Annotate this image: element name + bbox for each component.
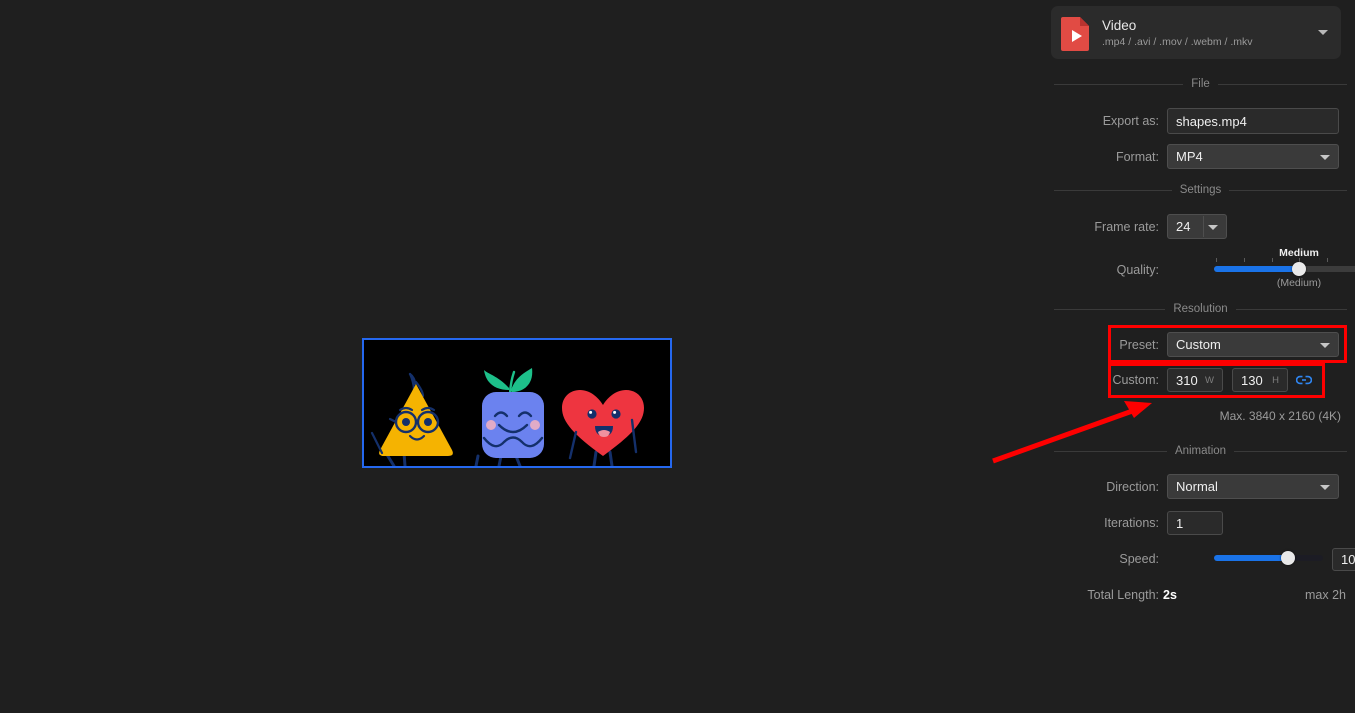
- total-length-value: 2s: [1163, 588, 1177, 602]
- frame-rate-value: 24: [1176, 219, 1191, 234]
- export-type-formats: .mp4 / .avi / .mov / .webm / .mkv: [1102, 35, 1253, 48]
- section-settings-label: Settings: [1179, 184, 1222, 196]
- section-animation: Animation: [1054, 445, 1348, 457]
- export-as-input[interactable]: shapes.mp4: [1167, 108, 1339, 134]
- iterations-row: Iterations: 1: [1046, 511, 1346, 535]
- quality-label: Quality:: [1116, 263, 1159, 277]
- preset-select[interactable]: Custom: [1167, 332, 1339, 357]
- format-select-value: MP4: [1176, 149, 1203, 164]
- speed-slider-thumb[interactable]: [1281, 551, 1296, 565]
- format-row: Format: MP4: [1046, 144, 1346, 169]
- speed-input[interactable]: 100 %: [1332, 548, 1355, 571]
- preset-row: Preset: Custom: [1046, 332, 1346, 357]
- preview-stage: [0, 0, 1046, 713]
- red-heart-character: [562, 390, 644, 468]
- section-file-label: File: [1191, 78, 1210, 90]
- preset-label: Preset:: [1119, 337, 1159, 352]
- custom-width-input[interactable]: 310 W: [1167, 368, 1223, 392]
- chevron-down-icon: [1320, 484, 1330, 490]
- quality-ticks: [1216, 258, 1355, 262]
- export-type-selector[interactable]: Video .mp4 / .avi / .mov / .webm / .mkv: [1051, 6, 1341, 59]
- chevron-down-icon: [1320, 342, 1330, 348]
- quality-slider-thumb[interactable]: [1292, 262, 1306, 276]
- section-animation-label: Animation: [1174, 445, 1227, 457]
- speed-value: 100: [1341, 552, 1355, 567]
- export-type-title: Video: [1102, 17, 1137, 33]
- preset-select-value: Custom: [1176, 337, 1221, 352]
- height-unit-label: H: [1272, 374, 1279, 386]
- quality-caption: (Medium): [1276, 277, 1322, 289]
- direction-label: Direction:: [1106, 479, 1159, 494]
- iterations-label: Iterations:: [1104, 516, 1159, 530]
- section-settings: Settings: [1054, 184, 1347, 196]
- format-select[interactable]: MP4: [1167, 144, 1339, 169]
- direction-row: Direction: Normal: [1046, 474, 1346, 499]
- custom-height-value: 130: [1241, 372, 1263, 388]
- export-as-label: Export as:: [1102, 114, 1159, 128]
- section-resolution-label: Resolution: [1173, 303, 1228, 315]
- direction-select[interactable]: Normal: [1167, 474, 1339, 499]
- section-resolution: Resolution: [1054, 303, 1347, 315]
- blue-berry-character: [474, 368, 544, 468]
- chevron-down-icon[interactable]: [1318, 30, 1328, 35]
- chevron-down-icon: [1208, 224, 1218, 230]
- max-length-note: max 2h: [1305, 588, 1346, 602]
- yellow-triangle-character: [370, 372, 453, 468]
- frame-rate-row: Frame rate: 24: [1046, 214, 1346, 239]
- direction-select-value: Normal: [1176, 479, 1218, 494]
- format-label: Format:: [1115, 149, 1159, 164]
- frame-rate-select[interactable]: 24: [1167, 214, 1227, 239]
- custom-height-input[interactable]: 130 H: [1232, 368, 1288, 392]
- frame-rate-label: Frame rate:: [1094, 219, 1159, 234]
- max-resolution-note: Max. 3840 x 2160 (4K): [1219, 409, 1341, 423]
- chevron-down-icon: [1320, 154, 1330, 160]
- quality-slider[interactable]: [1214, 262, 1355, 276]
- export-as-row: Export as: shapes.mp4: [1046, 108, 1346, 134]
- animation-canvas[interactable]: [362, 338, 672, 468]
- iterations-input[interactable]: 1: [1167, 511, 1223, 535]
- video-file-icon: [1061, 15, 1091, 51]
- total-length-label: Total Length:: [1087, 588, 1159, 602]
- canvas-artwork: [370, 368, 644, 468]
- link-chain-icon[interactable]: [1296, 374, 1312, 386]
- custom-width-value: 310: [1176, 372, 1198, 388]
- section-file: File: [1054, 78, 1347, 90]
- export-settings-panel: Video .mp4 / .avi / .mov / .webm / .mkv …: [1046, 0, 1355, 713]
- custom-label: Custom:: [1112, 373, 1159, 387]
- width-unit-label: W: [1205, 374, 1214, 386]
- speed-label: Speed:: [1119, 552, 1159, 566]
- speed-slider[interactable]: [1214, 551, 1323, 565]
- custom-resolution-row: Custom: 310 W 130 H: [1046, 368, 1346, 392]
